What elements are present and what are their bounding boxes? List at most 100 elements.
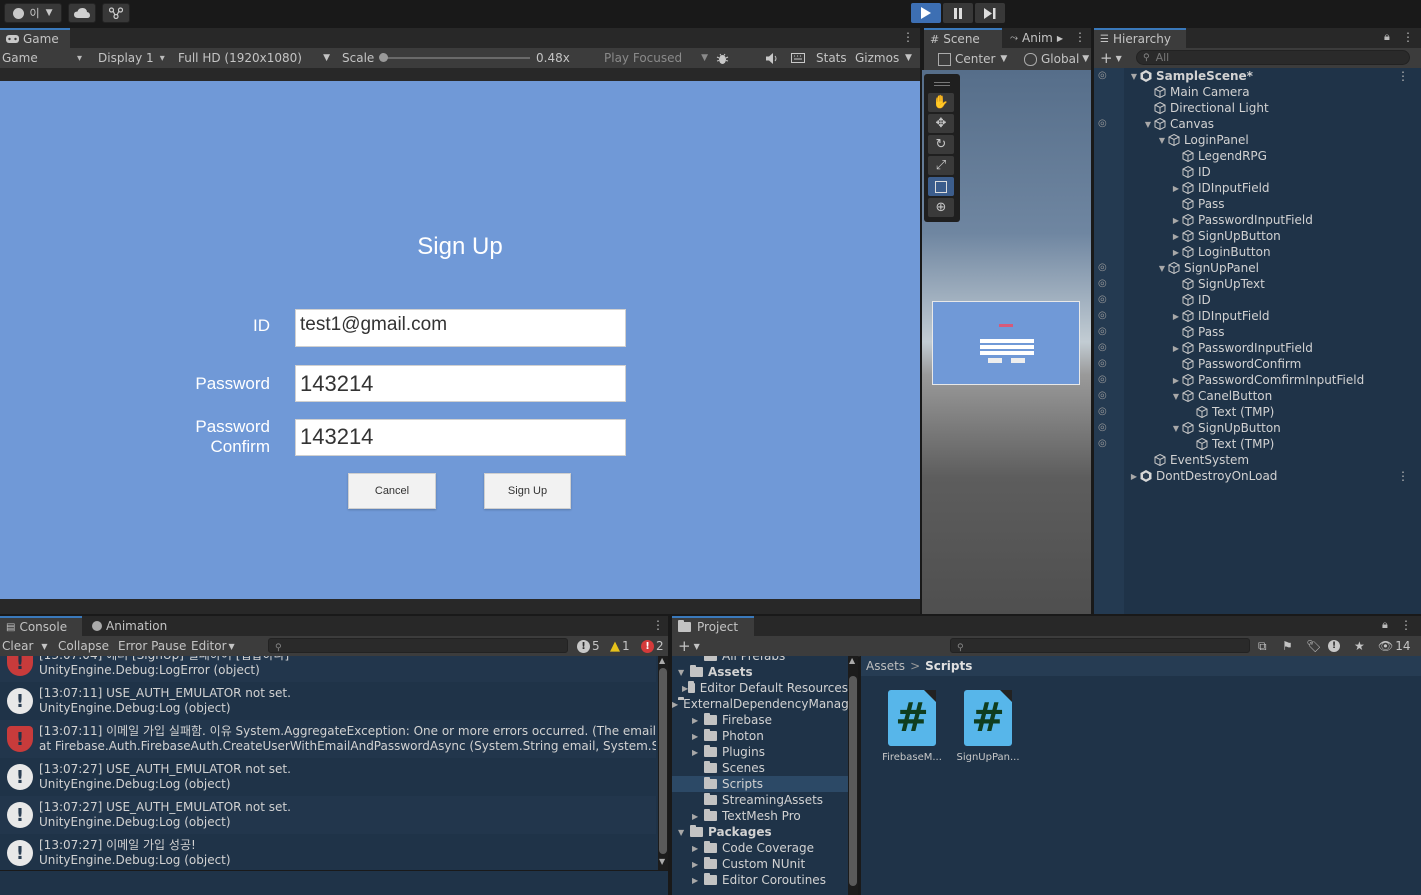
visibility-eye-icon[interactable]: ◎: [1098, 262, 1107, 273]
info-filter-button[interactable]: !: [1328, 636, 1340, 656]
visibility-eye-icon[interactable]: ◎: [1098, 374, 1107, 385]
console-log-entry[interactable]: ! [13:07:04] 에러 [SignUp] 실패하여 [접합하다]Unity…: [0, 656, 656, 682]
project-search-input[interactable]: ⚲: [950, 638, 1250, 653]
id-input[interactable]: test1@gmail.com: [295, 309, 626, 347]
kebab-menu-icon[interactable]: ⋮: [1397, 69, 1409, 83]
collapsed-arrow-icon[interactable]: ▶: [692, 748, 704, 757]
collab-button[interactable]: [102, 3, 130, 23]
collapsed-arrow-icon[interactable]: ▶: [692, 812, 704, 821]
console-search-input[interactable]: ⚲: [268, 638, 568, 653]
hierarchy-item[interactable]: ◎ SignUpText: [1094, 276, 1421, 292]
favorite-button[interactable]: ★: [1354, 636, 1365, 656]
cloud-button[interactable]: [68, 3, 96, 23]
collapsed-arrow-icon[interactable]: ▶: [692, 876, 704, 885]
project-tree-scrollbar-thumb[interactable]: [849, 676, 857, 886]
search-by-label-button[interactable]: ⚑: [1282, 636, 1293, 656]
step-button[interactable]: [975, 3, 1005, 23]
hierarchy-item[interactable]: ◎ ▼ SignUpPanel: [1094, 260, 1421, 276]
project-folder-item[interactable]: All Prefabs: [672, 656, 848, 664]
breadcrumb-scripts[interactable]: Scripts: [925, 659, 972, 673]
visibility-eye-icon[interactable]: ◎: [1098, 390, 1107, 401]
expanded-arrow-icon[interactable]: ▼: [1128, 72, 1140, 81]
visibility-eye-icon[interactable]: ◎: [1098, 326, 1107, 337]
play-focused-dropdown[interactable]: Play Focused ▼: [604, 48, 708, 68]
project-folder-item[interactable]: ▶ Custom NUnit: [672, 856, 848, 872]
hierarchy-item[interactable]: Main Camera: [1094, 84, 1421, 100]
project-folder-item[interactable]: Scenes: [672, 760, 848, 776]
cancel-button[interactable]: Cancel: [348, 473, 436, 509]
hierarchy-item[interactable]: ◎ ID: [1094, 292, 1421, 308]
hierarchy-item[interactable]: ◎ Text (TMP): [1094, 436, 1421, 452]
hierarchy-item[interactable]: ▶ LoginButton: [1094, 244, 1421, 260]
pivot-dropdown[interactable]: Center ▼: [938, 49, 1007, 69]
project-folder-item[interactable]: ▶ Editor Coroutines: [672, 872, 848, 888]
expanded-arrow-icon[interactable]: ▼: [678, 668, 690, 677]
tab-project[interactable]: Project: [672, 616, 754, 636]
hierarchy-item[interactable]: ID: [1094, 164, 1421, 180]
kebab-menu-icon[interactable]: ⋮: [1402, 30, 1414, 44]
visibility-eye-icon[interactable]: ◎: [1098, 406, 1107, 417]
hierarchy-item[interactable]: ◎ ▼ Canvas: [1094, 116, 1421, 132]
editor-dropdown[interactable]: Editor ▼: [191, 636, 235, 656]
hierarchy-item[interactable]: ▼ LoginPanel: [1094, 132, 1421, 148]
rotate-tool-button[interactable]: ↻: [928, 135, 954, 154]
collapse-toggle[interactable]: Collapse: [58, 636, 109, 656]
collapsed-arrow-icon[interactable]: ▶: [1170, 248, 1182, 257]
hierarchy-item[interactable]: Directional Light: [1094, 100, 1421, 116]
visibility-eye-icon[interactable]: ◎: [1098, 310, 1107, 321]
tab-animator[interactable]: ⤳ Anim ▶: [1004, 28, 1072, 48]
console-log-entry[interactable]: ! [13:07:11] 이메일 가입 실패함. 이유 System.Aggreg…: [0, 720, 656, 758]
collapsed-arrow-icon[interactable]: ▶: [672, 700, 678, 709]
create-object-dropdown[interactable]: + ▼: [1100, 48, 1122, 68]
visibility-eye-icon[interactable]: ◎: [1098, 70, 1107, 81]
error-pause-toggle[interactable]: Error Pause: [118, 636, 186, 656]
project-folder-item[interactable]: ▼ Packages: [672, 824, 848, 840]
collapsed-arrow-icon[interactable]: ▶: [1170, 216, 1182, 225]
project-folder-item[interactable]: ▶ Firebase: [672, 712, 848, 728]
visibility-eye-icon[interactable]: ◎: [1098, 278, 1107, 289]
project-folder-item[interactable]: ▶ ExternalDependencyManager: [672, 696, 858, 712]
info-filter-toggle[interactable]: ! 5: [577, 636, 600, 656]
project-tree-scrollbar[interactable]: ▲: [848, 656, 858, 895]
hierarchy-item[interactable]: ◎ ▶ PasswordInputField: [1094, 340, 1421, 356]
expanded-arrow-icon[interactable]: ▼: [678, 828, 690, 837]
collapsed-arrow-icon[interactable]: ▶: [692, 716, 704, 725]
collapsed-arrow-icon[interactable]: ▶: [1170, 376, 1182, 385]
hierarchy-item[interactable]: ◎ ▼ CanelButton: [1094, 388, 1421, 404]
password-confirm-input[interactable]: 143214: [295, 419, 626, 456]
hierarchy-item[interactable]: LegendRPG: [1094, 148, 1421, 164]
account-dropdown[interactable]: 이 ▼: [4, 3, 62, 23]
asset-item[interactable]: # FirebaseM...: [877, 690, 947, 763]
kebab-menu-icon[interactable]: ⋮: [1400, 618, 1412, 632]
hierarchy-item[interactable]: EventSystem: [1094, 452, 1421, 468]
visibility-eye-icon[interactable]: ◎: [1098, 438, 1107, 449]
console-log-entry[interactable]: ! [13:07:27] USE_AUTH_EMULATOR not set. Un…: [0, 758, 656, 796]
transform-tool-button[interactable]: ⊕: [928, 198, 954, 217]
clear-button[interactable]: Clear ▼: [2, 636, 48, 656]
collapsed-arrow-icon[interactable]: ▶: [1170, 232, 1182, 241]
play-button[interactable]: [911, 3, 941, 23]
visibility-eye-icon[interactable]: ◎: [1098, 422, 1107, 433]
expanded-arrow-icon[interactable]: ▼: [1170, 424, 1182, 433]
expanded-arrow-icon[interactable]: ▼: [1156, 264, 1168, 273]
mute-audio-toggle[interactable]: [766, 48, 779, 68]
project-folder-item[interactable]: ▶ Plugins: [672, 744, 848, 760]
expanded-arrow-icon[interactable]: ▼: [1156, 136, 1168, 145]
visibility-eye-icon[interactable]: ◎: [1098, 294, 1107, 305]
rect-tool-button[interactable]: [928, 177, 954, 196]
collapsed-arrow-icon[interactable]: ▶: [692, 860, 704, 869]
password-input[interactable]: 143214: [295, 365, 626, 402]
hierarchy-item[interactable]: ◎ ▼ SignUpButton: [1094, 420, 1421, 436]
hierarchy-item[interactable]: ◎ PasswordConfirm: [1094, 356, 1421, 372]
hierarchy-item[interactable]: Pass: [1094, 196, 1421, 212]
visibility-eye-icon[interactable]: ◎: [1098, 342, 1107, 353]
console-scrollbar-thumb[interactable]: [659, 668, 667, 854]
hierarchy-item[interactable]: ▶ DontDestroyOnLoad ⋮: [1094, 468, 1421, 484]
project-folder-item[interactable]: ▶ Code Coverage: [672, 840, 848, 856]
project-folder-item[interactable]: ▼ Assets: [672, 664, 848, 680]
hierarchy-search-input[interactable]: ⚲ All: [1136, 50, 1410, 65]
create-asset-dropdown[interactable]: + ▼: [678, 636, 700, 656]
hierarchy-item[interactable]: ▶ PasswordInputField: [1094, 212, 1421, 228]
tab-scene[interactable]: # Scene: [924, 28, 1002, 48]
display-dropdown[interactable]: Display 1: [98, 48, 165, 68]
